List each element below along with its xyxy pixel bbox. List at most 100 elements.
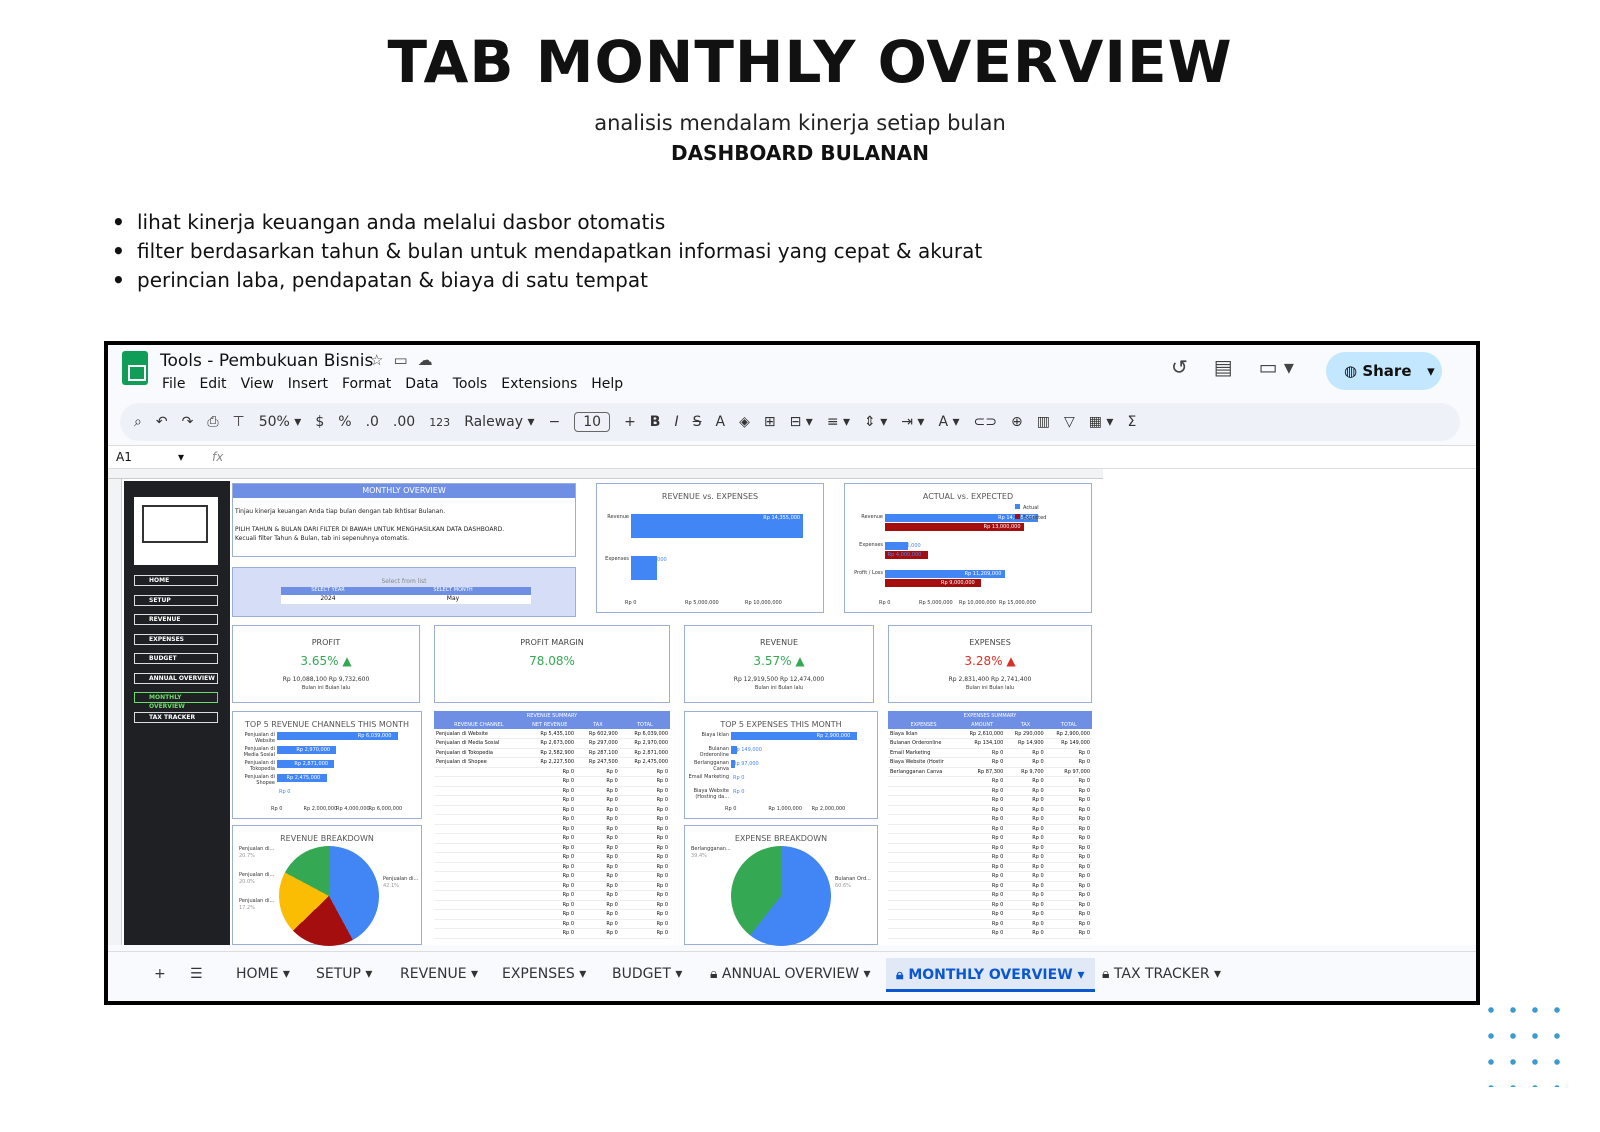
bold-icon[interactable]: B: [650, 414, 661, 430]
sidebar-item[interactable]: EXPENSES: [134, 633, 218, 645]
increase-decimal-button[interactable]: .00: [393, 414, 415, 430]
fill-color-icon[interactable]: ◈: [739, 414, 750, 430]
share-dropdown-icon[interactable]: ▾: [1412, 362, 1435, 380]
merge-icon[interactable]: ⊟ ▾: [790, 414, 813, 430]
sheet-tab[interactable]: REVENUE ▾: [400, 966, 478, 982]
text-color-icon[interactable]: A: [716, 414, 726, 430]
valign-icon[interactable]: ⇕ ▾: [864, 414, 887, 430]
history-icon[interactable]: ↺: [1171, 355, 1188, 379]
zoom-select[interactable]: 50% ▾: [259, 414, 302, 430]
chevron-down-icon[interactable]: ▾: [575, 966, 586, 982]
search-icon[interactable]: ⌕: [134, 414, 142, 430]
name-box-dropdown-icon[interactable]: ▾: [178, 450, 184, 464]
font-select[interactable]: Raleway ▾: [464, 414, 534, 430]
sidebar-item[interactable]: HOME: [134, 575, 218, 586]
all-sheets-menu-icon[interactable]: ☰: [190, 966, 203, 982]
data-label: Rp 2,475,000: [286, 775, 321, 781]
print-icon[interactable]: ⎙: [207, 414, 218, 430]
sheet-tab[interactable]: 🔒︎ MONTHLY OVERVIEW ▾: [886, 958, 1095, 992]
sheet-tab[interactable]: SETUP ▾: [316, 966, 372, 982]
video-icon[interactable]: ▭ ▾: [1259, 355, 1294, 379]
chevron-down-icon[interactable]: ▾: [361, 966, 372, 982]
legend-label: Actual: [1023, 505, 1039, 511]
month-select[interactable]: May: [375, 595, 531, 604]
sidebar-item[interactable]: MONTHLY OVERVIEW: [134, 692, 218, 710]
comment-icon[interactable]: ⊕: [1011, 414, 1023, 430]
menu-format[interactable]: Format: [342, 376, 391, 392]
table-title: REVENUE SUMMARY: [434, 711, 670, 720]
number-format-button[interactable]: 123: [429, 416, 450, 429]
name-box[interactable]: A1: [116, 450, 132, 464]
currency-button[interactable]: $: [315, 414, 324, 430]
document-title[interactable]: Tools - Pembukuan Bisnis: [160, 351, 373, 371]
menu-view[interactable]: View: [241, 376, 274, 392]
italic-icon[interactable]: I: [674, 414, 678, 430]
table-cell: Rp 0: [1005, 871, 1046, 882]
font-size-decrease[interactable]: −: [549, 414, 561, 430]
redo-icon[interactable]: ↷: [182, 414, 194, 430]
sidebar-item[interactable]: TAX TRACKER: [134, 711, 218, 723]
strikethrough-icon[interactable]: S: [693, 414, 702, 430]
intro-line-3: Kecuali filter Tahun & Bulan, tab ini se…: [235, 535, 410, 542]
sidebar-item[interactable]: ANNUAL OVERVIEW: [134, 672, 218, 684]
menu-edit[interactable]: Edit: [199, 376, 226, 392]
menu-file[interactable]: File: [162, 376, 185, 392]
sheet-tab[interactable]: 🔒︎ ANNUAL OVERVIEW ▾: [710, 966, 871, 982]
decrease-decimal-button[interactable]: .0: [366, 414, 379, 430]
menu-data[interactable]: Data: [405, 376, 438, 392]
sheets-logo-icon[interactable]: [122, 351, 148, 385]
sheet-tab[interactable]: 🔒︎ TAX TRACKER ▾: [1102, 966, 1221, 982]
cloud-icon[interactable]: ☁: [418, 351, 443, 369]
folder-icon[interactable]: ▭: [393, 351, 417, 369]
sheet-tab[interactable]: EXPENSES ▾: [502, 966, 586, 982]
kpi-last-month: Rp 9,732,600: [328, 676, 370, 683]
chevron-down-icon[interactable]: ▾: [1073, 967, 1085, 983]
sheet-tab[interactable]: BUDGET ▾: [612, 966, 682, 982]
chevron-down-icon[interactable]: ▾: [1210, 966, 1221, 982]
menu-extensions[interactable]: Extensions: [501, 376, 577, 392]
sidebar-item[interactable]: REVENUE: [134, 614, 218, 625]
sheet-tab-label: ANNUAL OVERVIEW: [721, 966, 860, 982]
menu-tools[interactable]: Tools: [453, 376, 488, 392]
rotate-icon[interactable]: A ▾: [938, 414, 959, 430]
table-icon[interactable]: ▦ ▾: [1089, 414, 1114, 430]
sidebar-item[interactable]: BUDGET: [134, 653, 218, 664]
menu-insert[interactable]: Insert: [288, 376, 328, 392]
align-icon[interactable]: ≡ ▾: [827, 414, 850, 430]
wrap-icon[interactable]: ⇥ ▾: [901, 414, 924, 430]
chevron-down-icon[interactable]: ▾: [278, 966, 290, 982]
table-cell: Rp 0: [523, 786, 576, 796]
chart-icon[interactable]: ▥: [1037, 414, 1050, 430]
filter-icon[interactable]: ▽: [1064, 414, 1075, 430]
function-icon[interactable]: Σ: [1127, 414, 1136, 430]
font-size-increase[interactable]: +: [624, 414, 636, 430]
data-label: Rp 6,039,000: [357, 733, 392, 739]
table-row: Rp 0 Rp 0 Rp 0: [434, 786, 670, 796]
table-cell: Rp 97,000: [1045, 767, 1092, 777]
sheet-tab-label: TAX TRACKER: [1113, 966, 1210, 982]
borders-icon[interactable]: ⊞: [764, 414, 776, 430]
table-cell: Rp 0: [576, 843, 620, 853]
chevron-down-icon[interactable]: ▾: [859, 966, 871, 982]
tick-label: Rp 0: [879, 600, 891, 606]
add-sheet-button[interactable]: +: [154, 966, 166, 982]
kpi-compare: Rp 10,088,100 Rp 9,732,600: [233, 676, 419, 683]
font-size-input[interactable]: 10: [574, 412, 611, 432]
chevron-down-icon[interactable]: ▾: [671, 966, 682, 982]
paint-format-icon[interactable]: ⊤: [233, 414, 245, 430]
menu-help[interactable]: Help: [591, 376, 623, 392]
star-icon[interactable]: ☆: [370, 351, 393, 369]
chevron-down-icon[interactable]: ▾: [467, 966, 478, 982]
table-cell: Rp 0: [1045, 814, 1092, 825]
sheet-tab[interactable]: HOME ▾: [236, 966, 290, 982]
globe-icon: ◍: [1344, 362, 1363, 380]
year-select[interactable]: 2024: [281, 595, 375, 604]
sidebar-item[interactable]: SETUP: [134, 594, 218, 606]
percent-button[interactable]: %: [338, 414, 351, 430]
legend-swatch: [1015, 514, 1020, 519]
chat-icon[interactable]: ▤: [1214, 355, 1233, 379]
sheet-grid[interactable]: HOME SETUP REVENUE EXPENSES BUDGET ANNUAL OVE…: [108, 469, 1476, 946]
link-icon[interactable]: ⊂⊃: [974, 414, 997, 430]
share-button[interactable]: ◍ Share ▾: [1326, 352, 1442, 390]
undo-icon[interactable]: ↶: [156, 414, 168, 430]
